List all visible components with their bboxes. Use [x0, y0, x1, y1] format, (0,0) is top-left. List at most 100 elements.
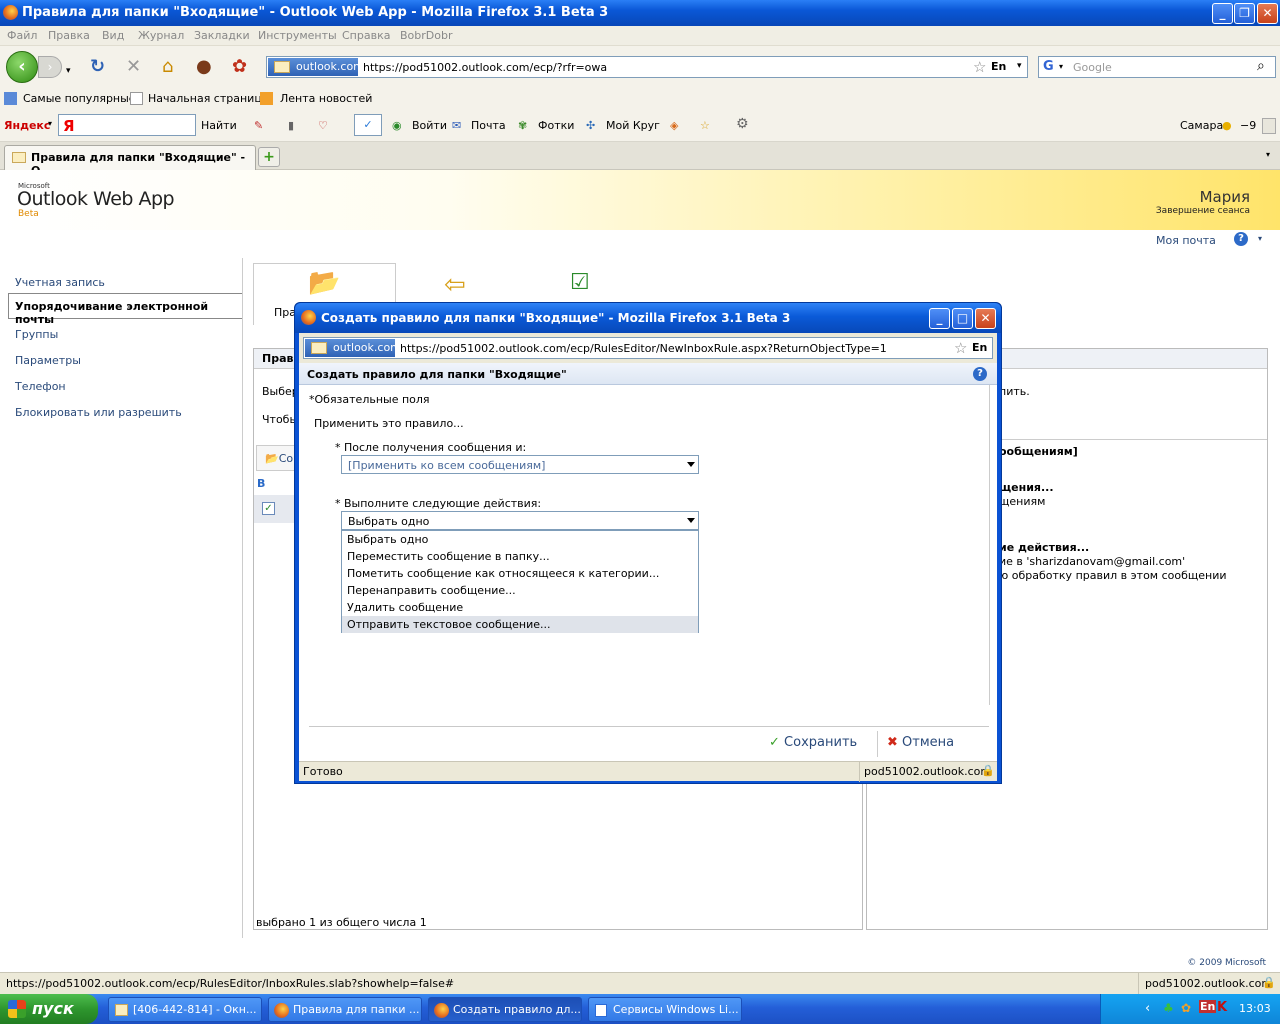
- weather-city[interactable]: Самара: [1180, 119, 1223, 132]
- option-redirect[interactable]: Перенаправить сообщение...: [342, 582, 698, 599]
- reload-icon[interactable]: ↻: [90, 58, 105, 76]
- menu-edit[interactable]: Правка: [48, 29, 90, 42]
- nav-block-allow[interactable]: Блокировать или разрешить: [15, 406, 182, 419]
- help-dropdown-icon[interactable]: ▾: [1258, 234, 1262, 243]
- nav-groups[interactable]: Группы: [15, 328, 58, 341]
- minimize-button[interactable]: _: [1212, 3, 1233, 24]
- delivery-reports-icon[interactable]: ☑: [570, 270, 590, 295]
- spellcheck-icon[interactable]: ✓: [354, 114, 382, 136]
- yandex-dropdown-icon[interactable]: ▾: [48, 119, 52, 128]
- popup-maximize-button[interactable]: □: [952, 308, 973, 329]
- history-dropdown-icon[interactable]: ▾: [66, 62, 71, 80]
- stop-icon[interactable]: ✕: [126, 58, 141, 76]
- popup-minimize-button[interactable]: _: [929, 308, 950, 329]
- menu-tools[interactable]: Инструменты: [258, 29, 337, 42]
- yandex-mail[interactable]: Почта: [471, 119, 506, 132]
- tab-inbox-rules[interactable]: Правила для папки "Входящие" - О...: [4, 145, 256, 177]
- popup-close-button[interactable]: ✕: [975, 308, 996, 329]
- nav-organize-email[interactable]: Упорядочивание электронной почты: [8, 293, 242, 326]
- cancel-button[interactable]: ✖ Отмена: [887, 735, 954, 750]
- help-icon[interactable]: ?: [1234, 232, 1248, 246]
- condition-select[interactable]: [Применить ко всем сообщениям]: [341, 455, 699, 474]
- option-move-to-folder[interactable]: Переместить сообщение в папку...: [342, 548, 698, 565]
- menu-help[interactable]: Справка: [342, 29, 390, 42]
- yandex-photos[interactable]: Фотки: [538, 119, 574, 132]
- url-dropdown-icon[interactable]: ▾: [1017, 61, 1022, 71]
- home-icon[interactable]: ⌂: [162, 58, 173, 76]
- new-rule-button[interactable]: 📂Со: [256, 445, 298, 471]
- highlight-icon[interactable]: ✎: [254, 119, 263, 132]
- menu-bobrdobr[interactable]: BobrDobr: [400, 29, 453, 42]
- popup-site-identity[interactable]: outlook.com: [305, 339, 401, 357]
- my-mail-link[interactable]: Моя почта: [1156, 234, 1216, 247]
- bookmark-start-page[interactable]: Начальная страница: [148, 92, 269, 105]
- yandex-circle[interactable]: Мой Круг: [606, 119, 660, 132]
- dialog-scrollbar[interactable]: [989, 385, 997, 705]
- tab-list-dropdown-icon[interactable]: ▾: [1266, 150, 1270, 159]
- site-identity-label: outlook.com: [296, 60, 364, 73]
- back-button[interactable]: ‹: [6, 51, 38, 83]
- option-mark-category[interactable]: Пометить сообщение как относящееся к кат…: [342, 565, 698, 582]
- yandex-login[interactable]: Войти: [412, 119, 447, 132]
- mail-envelope-icon: [274, 61, 290, 73]
- dialog-help-icon[interactable]: ?: [973, 367, 987, 381]
- bookmark-star-icon[interactable]: ☆: [954, 339, 967, 357]
- rule-enabled-checkbox[interactable]: ✓: [262, 502, 275, 515]
- popup-url-field[interactable]: outlook.com https://pod51002.outlook.com…: [303, 337, 993, 359]
- save-button[interactable]: ✓ Сохранить: [769, 735, 857, 750]
- start-button[interactable]: пуск: [0, 994, 98, 1024]
- option-send-text-message[interactable]: Отправить текстовое сообщение...: [342, 616, 698, 633]
- settings-gear-icon[interactable]: ⚙: [736, 116, 749, 132]
- bookmarks-icon[interactable]: ♡: [318, 119, 328, 132]
- option-choose-one[interactable]: Выбрать одно: [342, 531, 698, 548]
- new-tab-button[interactable]: +: [258, 147, 280, 167]
- taskbar-item-rules[interactable]: Правила для папки ...: [268, 997, 422, 1022]
- nav-settings[interactable]: Параметры: [15, 354, 81, 367]
- stats-icon[interactable]: ▮: [288, 119, 294, 132]
- bookmark-star-icon[interactable]: ☆: [973, 58, 986, 76]
- action-select[interactable]: Выбрать одно: [341, 511, 699, 530]
- bookmark-most-visited[interactable]: Самые популярные: [23, 92, 136, 105]
- bobrdobr-icon[interactable]: ●: [196, 58, 212, 76]
- tray-lang-indicator[interactable]: En: [1199, 1000, 1217, 1013]
- url-bar[interactable]: outlook.com https://pod51002.outlook.com…: [266, 56, 1028, 78]
- close-button[interactable]: ✕: [1257, 3, 1278, 24]
- nav-account[interactable]: Учетная запись: [15, 276, 105, 289]
- search-icon[interactable]: ⌕: [1257, 58, 1265, 74]
- toolbar-overflow-button[interactable]: [1262, 118, 1276, 134]
- menu-view[interactable]: Вид: [102, 29, 124, 42]
- tray-expand-icon[interactable]: ‹: [1145, 1001, 1150, 1016]
- status-url: https://pod51002.outlook.com/ecp/RulesEd…: [6, 977, 455, 990]
- site-identity-button[interactable]: outlook.com: [268, 58, 364, 76]
- taskbar-item-create-rule[interactable]: Создать правило дл...: [428, 997, 582, 1022]
- yandex-find-button[interactable]: Найти: [201, 119, 237, 132]
- auto-reply-icon[interactable]: ⇦: [444, 270, 466, 300]
- bookmark-news-feed[interactable]: Лента новостей: [280, 92, 372, 105]
- yandex-search-input[interactable]: Я: [58, 114, 196, 136]
- google-icon[interactable]: G: [1043, 59, 1054, 74]
- taskbar-item-windows-live[interactable]: Сервисы Windows Li...: [588, 997, 742, 1022]
- taskbar: пуск [406-442-814] - Окн... Правила для …: [0, 994, 1280, 1024]
- option-delete[interactable]: Удалить сообщение: [342, 599, 698, 616]
- search-input[interactable]: G ▾ Google ⌕: [1038, 56, 1276, 78]
- column-header-on[interactable]: В: [257, 477, 265, 490]
- left-navigation: Учетная запись Упорядочивание электронно…: [0, 262, 242, 942]
- paw-icon[interactable]: ✿: [232, 58, 247, 76]
- rss-icon: [260, 92, 273, 105]
- menu-history[interactable]: Журнал: [138, 29, 184, 42]
- market-icon[interactable]: ◈: [670, 119, 678, 132]
- menu-file[interactable]: Файл: [7, 29, 37, 42]
- yandex-brand[interactable]: Яндекс: [4, 119, 50, 132]
- flower-icon[interactable]: ✿: [1181, 1001, 1191, 1015]
- messenger-icon[interactable]: ♣: [1163, 1001, 1174, 1015]
- favorites-icon[interactable]: ☆: [700, 119, 710, 132]
- antivirus-icon[interactable]: K: [1217, 1000, 1227, 1015]
- maximize-button[interactable]: ❐: [1234, 3, 1255, 24]
- chevron-down-icon: [687, 462, 695, 467]
- forward-button[interactable]: ›: [38, 56, 62, 78]
- engine-dropdown-icon[interactable]: ▾: [1059, 62, 1063, 71]
- logout-link[interactable]: Завершение сеанса: [1156, 206, 1250, 216]
- taskbar-item-remote[interactable]: [406-442-814] - Окн...: [108, 997, 262, 1022]
- nav-phone[interactable]: Телефон: [15, 380, 66, 393]
- menu-bookmarks[interactable]: Закладки: [194, 29, 250, 42]
